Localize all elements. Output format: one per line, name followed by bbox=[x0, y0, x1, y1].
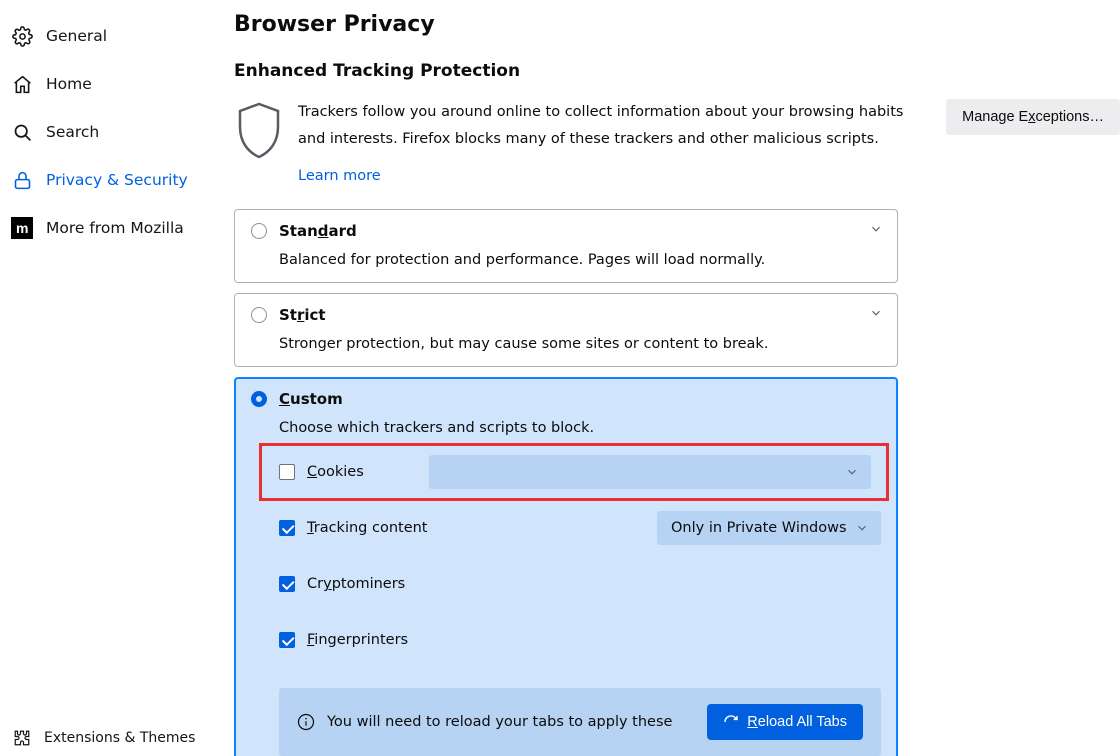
tracking-content-row: Tracking content Only in Private Windows bbox=[279, 510, 881, 546]
sidebar-item-general[interactable]: General bbox=[0, 12, 212, 60]
cookies-label: Cookies bbox=[307, 464, 364, 480]
card-title-strict: Strict bbox=[279, 306, 326, 324]
fingerprinters-row: Fingerprinters bbox=[279, 622, 881, 658]
etp-description: Trackers follow you around online to col… bbox=[298, 99, 946, 189]
sidebar-item-more-mozilla[interactable]: m More from Mozilla bbox=[0, 204, 212, 252]
shield-icon bbox=[234, 99, 298, 161]
card-desc: Stronger protection, but may cause some … bbox=[279, 336, 881, 352]
card-desc: Balanced for protection and performance.… bbox=[279, 252, 881, 268]
reload-icon bbox=[723, 714, 739, 730]
tracking-dropdown[interactable]: Only in Private Windows bbox=[657, 511, 881, 545]
lock-icon bbox=[10, 168, 34, 192]
chevron-down-icon bbox=[855, 521, 869, 535]
sidebar-item-search[interactable]: Search bbox=[0, 108, 212, 156]
main-content: Browser Privacy Enhanced Tracking Protec… bbox=[212, 0, 1120, 756]
chevron-down-icon bbox=[869, 222, 883, 236]
reload-all-tabs-button[interactable]: Reload All Tabs bbox=[707, 704, 863, 740]
card-title-custom: Custom bbox=[279, 390, 343, 408]
tracking-label: Tracking content bbox=[307, 520, 428, 536]
protection-card-custom[interactable]: Custom Choose which trackers and scripts… bbox=[234, 377, 898, 756]
sidebar-extensions-themes[interactable]: Extensions & Themes bbox=[0, 720, 212, 756]
protection-card-strict[interactable]: Strict Stronger protection, but may caus… bbox=[234, 293, 898, 367]
puzzle-icon bbox=[10, 726, 34, 750]
cryptominers-label: Cryptominers bbox=[307, 576, 405, 592]
cookies-row: Cookies bbox=[279, 454, 881, 490]
sidebar-item-label: General bbox=[46, 27, 107, 45]
page-title: Browser Privacy bbox=[234, 12, 1120, 37]
radio-custom[interactable] bbox=[251, 391, 267, 407]
checkbox-fingerprinters[interactable] bbox=[279, 632, 295, 648]
cryptominers-row: Cryptominers bbox=[279, 566, 881, 602]
reload-message: You will need to reload your tabs to app… bbox=[327, 714, 707, 730]
card-title-standard: Standard bbox=[279, 222, 357, 240]
highlight-cookies-row: Cookies bbox=[273, 449, 887, 495]
card-desc: Choose which trackers and scripts to blo… bbox=[279, 420, 881, 436]
learn-more-link[interactable]: Learn more bbox=[298, 163, 916, 190]
checkbox-cryptominers[interactable] bbox=[279, 576, 295, 592]
sidebar-item-label: More from Mozilla bbox=[46, 219, 184, 237]
checkbox-tracking-content[interactable] bbox=[279, 520, 295, 536]
section-heading: Enhanced Tracking Protection bbox=[234, 61, 1120, 81]
mozilla-icon: m bbox=[10, 216, 34, 240]
protection-card-standard[interactable]: Standard Balanced for protection and per… bbox=[234, 209, 898, 283]
sidebar-item-label: Search bbox=[46, 123, 99, 141]
radio-strict[interactable] bbox=[251, 307, 267, 323]
sidebar-item-label: Privacy & Security bbox=[46, 171, 188, 189]
sidebar-item-privacy[interactable]: Privacy & Security bbox=[0, 156, 212, 204]
gear-icon bbox=[10, 24, 34, 48]
reload-banner: You will need to reload your tabs to app… bbox=[279, 688, 881, 756]
chevron-down-icon bbox=[869, 306, 883, 320]
sidebar-item-home[interactable]: Home bbox=[0, 60, 212, 108]
manage-exceptions-button[interactable]: Manage Exceptions… bbox=[946, 99, 1120, 135]
home-icon bbox=[10, 72, 34, 96]
radio-standard[interactable] bbox=[251, 223, 267, 239]
cookies-dropdown[interactable] bbox=[429, 455, 871, 489]
checkbox-cookies[interactable] bbox=[279, 464, 295, 480]
fingerprinters-label: Fingerprinters bbox=[307, 632, 408, 648]
info-icon bbox=[297, 713, 315, 731]
chevron-down-icon bbox=[845, 465, 859, 479]
search-icon bbox=[10, 120, 34, 144]
sidebar-item-label: Home bbox=[46, 75, 92, 93]
settings-sidebar: General Home Search Privacy & Security bbox=[0, 0, 212, 756]
sidebar-bottom-label: Extensions & Themes bbox=[44, 730, 195, 746]
